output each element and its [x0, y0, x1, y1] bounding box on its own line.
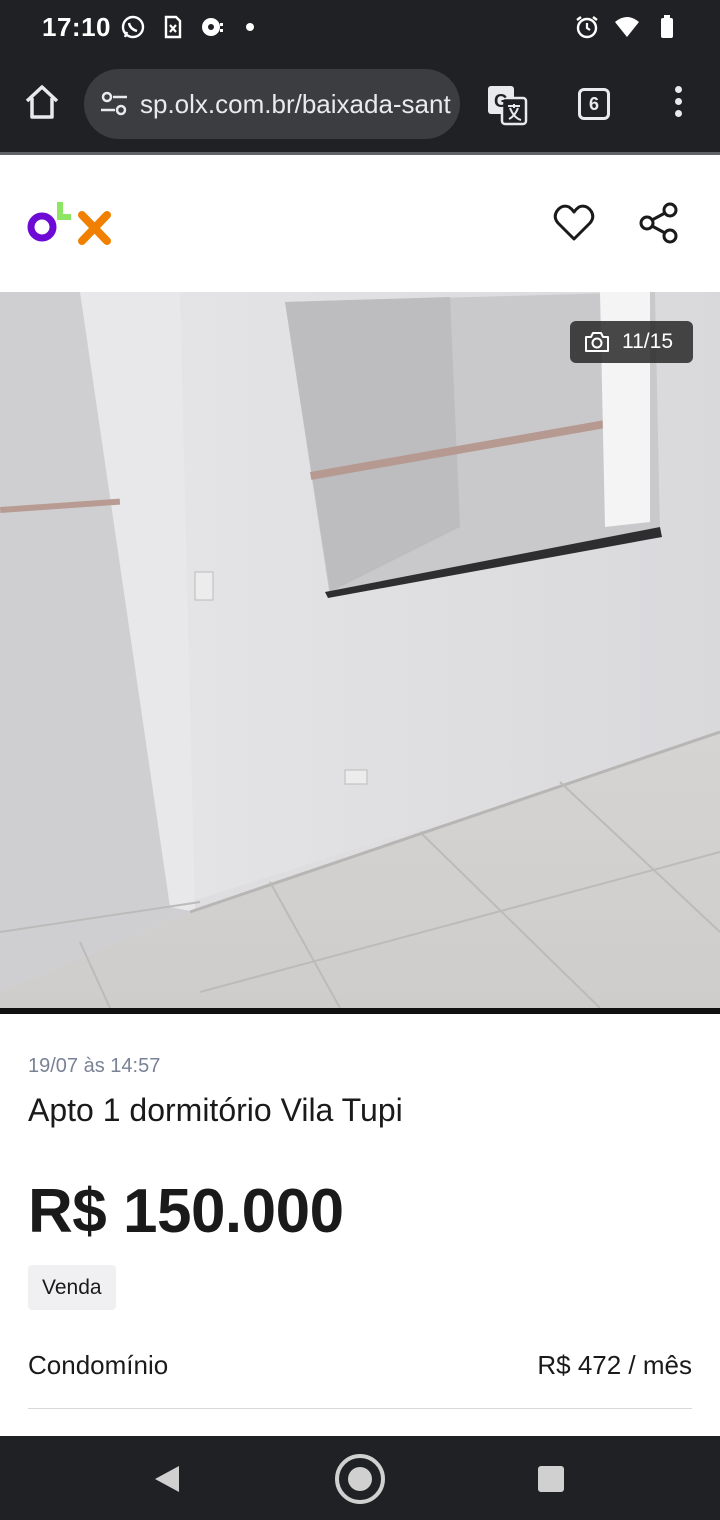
camera-icon — [585, 332, 609, 352]
status-notifications — [120, 14, 254, 40]
music-notification-icon — [202, 18, 223, 36]
back-icon[interactable] — [153, 1464, 181, 1494]
recents-button[interactable] — [538, 1466, 564, 1492]
photo-counter-text: 11/15 — [622, 330, 673, 353]
wifi-icon — [615, 17, 639, 37]
tune-icon[interactable] — [100, 91, 128, 117]
site-header — [0, 155, 720, 292]
sale-type-badge: Venda — [28, 1265, 116, 1310]
photo-counter: 11/15 — [570, 321, 693, 363]
translate-icon[interactable]: G — [486, 84, 528, 126]
home-nav-button[interactable] — [335, 1454, 385, 1504]
dot-icon — [246, 23, 254, 31]
sim-card-icon — [164, 15, 182, 39]
share-icon[interactable] — [638, 201, 680, 245]
svg-text:G: G — [494, 91, 508, 111]
status-system-icons — [574, 14, 680, 40]
address-bar[interactable]: sp.olx.com.br/baixada-santista — [84, 69, 460, 139]
ad-date: 19/07 às 14:57 — [28, 1055, 161, 1077]
condominio-value: R$ 472 / mês — [537, 1350, 692, 1380]
system-nav-bar — [0, 1436, 720, 1520]
tab-switcher-button[interactable]: 6 — [578, 88, 610, 120]
url-text[interactable]: sp.olx.com.br/baixada-santista — [140, 89, 452, 120]
section-divider — [28, 1408, 692, 1409]
browser-toolbar: sp.olx.com.br/baixada-santista G 6 — [0, 56, 720, 154]
more-vert-icon[interactable] — [668, 86, 688, 124]
battery-icon — [661, 15, 673, 38]
ad-title: Apto 1 dormitório Vila Tupi — [28, 1092, 403, 1128]
olx-logo[interactable] — [27, 197, 117, 247]
alarm-icon — [576, 16, 598, 39]
status-time: 17:10 — [42, 12, 111, 42]
property-photo[interactable] — [0, 292, 720, 1008]
whatsapp-icon — [121, 15, 145, 39]
home-icon[interactable] — [22, 82, 62, 122]
status-bar: 17:10 — [0, 0, 720, 56]
photo-gallery[interactable]: 11/15 — [0, 292, 720, 1014]
ad-price: R$ 150.000 — [28, 1177, 344, 1246]
heart-icon[interactable] — [552, 201, 596, 245]
condominio-label: Condomínio — [28, 1350, 169, 1380]
gallery-bottom-edge — [0, 1008, 720, 1014]
